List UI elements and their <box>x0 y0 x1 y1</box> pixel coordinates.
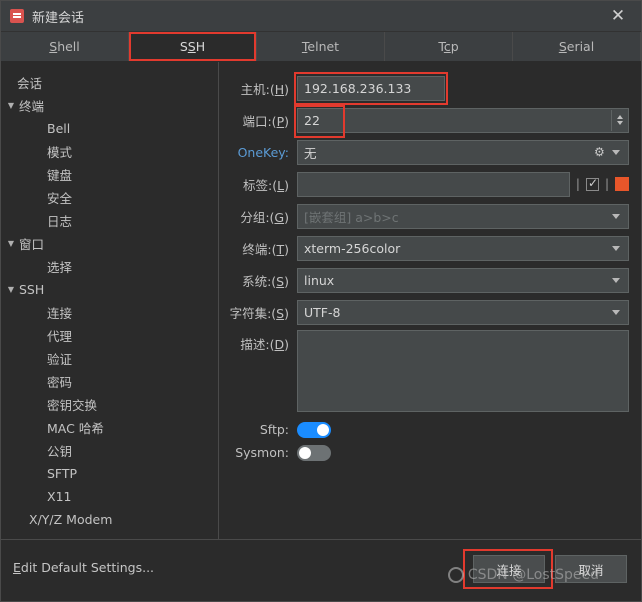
chevron-down-icon: ▼ <box>7 101 15 110</box>
chevron-down-icon: ▼ <box>7 239 15 248</box>
onekey-row: OneKey: 无 ⚙ <box>219 138 629 166</box>
port-value: 22 <box>304 112 320 128</box>
window-title: 新建会话 <box>32 10 85 26</box>
tab-tcp[interactable]: Tcp <box>385 32 513 61</box>
sysmon-toggle[interactable] <box>297 444 331 461</box>
sidebar-item-window[interactable]: ▼ 窗口 <box>1 232 218 255</box>
host-row: 主机:(H) 192.168.236.133 <box>219 71 629 105</box>
system-label: 系统:(S) <box>242 273 289 289</box>
edit-default-settings-link[interactable]: Edit Default Settings... <box>13 560 154 575</box>
sidebar-item-log[interactable]: 日志 <box>1 209 218 232</box>
sidebar-item-bell[interactable]: Bell <box>1 117 218 140</box>
port-spinner[interactable] <box>611 109 627 131</box>
system-row: 系统:(S) linux <box>219 266 629 294</box>
terminal-icon <box>9 8 25 24</box>
port-label: 端口:(P) <box>242 113 289 129</box>
new-session-dialog: 新建会话 ✕ Shell SSH Telnet Tcp Serial 会话 ▼ 终… <box>0 0 642 602</box>
sidebar-item-auth[interactable]: 验证 <box>1 347 218 370</box>
sysmon-row: Sysmon: <box>219 441 629 464</box>
sysmon-label: Sysmon: <box>235 445 289 460</box>
sidebar-item-sftp[interactable]: SFTP <box>1 462 218 485</box>
settings-tree: 会话 ▼ 终端 Bell 模式 键盘 安全 日志 ▼ 窗口 选择 ▼ SSH 连接 代… <box>1 62 219 570</box>
sidebar-item-mode[interactable]: 模式 <box>1 140 218 163</box>
close-icon[interactable]: ✕ <box>595 1 641 32</box>
sidebar-item-xyz-modem[interactable]: X/Y/Z Modem <box>1 508 218 531</box>
sidebar-item-key-exchange[interactable]: 密钥交换 <box>1 393 218 416</box>
sidebar-item-selection[interactable]: 选择 <box>1 255 218 278</box>
host-label: 主机:(H) <box>240 81 289 97</box>
system-select[interactable]: linux <box>297 267 629 293</box>
tag-color-swatch[interactable] <box>615 177 629 191</box>
sidebar-item-mac-hash[interactable]: MAC 哈希 <box>1 416 218 439</box>
tab-shell[interactable]: Shell <box>1 32 129 61</box>
dialog-body: 会话 ▼ 终端 Bell 模式 键盘 安全 日志 ▼ 窗口 选择 ▼ SSH 连接 代… <box>1 62 641 570</box>
tab-ssh[interactable]: SSH <box>129 32 257 61</box>
sftp-toggle[interactable] <box>297 421 331 438</box>
sidebar-item-x11[interactable]: X11 <box>1 485 218 508</box>
sftp-label: Sftp: <box>259 422 289 437</box>
sidebar-item-password[interactable]: 密码 <box>1 370 218 393</box>
watermark-logo-icon <box>447 567 464 583</box>
tab-serial[interactable]: Serial <box>513 32 641 61</box>
charset-row: 字符集:(S) UTF-8 <box>219 298 629 326</box>
charset-select[interactable]: UTF-8 <box>297 299 629 325</box>
host-input[interactable]: 192.168.236.133 <box>297 75 445 101</box>
tag-separator: | <box>575 177 580 191</box>
sidebar-item-ssh[interactable]: ▼ SSH <box>1 278 218 301</box>
terminal-label: 终端:(T) <box>242 241 289 257</box>
sidebar-item-public-key[interactable]: 公钥 <box>1 439 218 462</box>
tag-row: 标签:(L) | | <box>219 170 629 198</box>
onekey-label: OneKey: <box>237 144 289 160</box>
port-input[interactable]: 22 <box>294 104 629 138</box>
onekey-select[interactable]: 无 ⚙ <box>297 139 629 165</box>
sidebar-item-security[interactable]: 安全 <box>1 186 218 209</box>
tab-telnet[interactable]: Telnet <box>257 32 385 61</box>
sidebar-item-session[interactable]: 会话 <box>1 71 218 94</box>
group-row: 分组:(G) [嵌套组] a>b>c <box>219 202 629 230</box>
sidebar-item-proxy[interactable]: 代理 <box>1 324 218 347</box>
sftp-row: Sftp: <box>219 418 629 441</box>
description-row: 描述:(D) <box>219 330 629 412</box>
port-row: 端口:(P) 22 <box>219 104 629 138</box>
protocol-tabs: Shell SSH Telnet Tcp Serial <box>1 32 641 62</box>
cancel-button[interactable]: 取消 <box>555 555 627 583</box>
tag-label: 标签:(L) <box>243 177 289 193</box>
description-textarea[interactable] <box>297 330 629 412</box>
title-bar: 新建会话 ✕ <box>1 1 641 32</box>
session-form: 主机:(H) 192.168.236.133 端口:(P) 22 OneKey:… <box>219 62 641 570</box>
dialog-footer: Edit Default Settings... 连接 取消 CSDN @Los… <box>1 539 641 601</box>
tag-extras: | | <box>575 176 629 191</box>
onekey-value: 无 <box>304 145 317 161</box>
terminal-row: 终端:(T) xterm-256color <box>219 234 629 262</box>
group-select[interactable]: [嵌套组] a>b>c <box>297 203 629 229</box>
tag-checkbox[interactable] <box>585 176 599 191</box>
sidebar-item-keyboard[interactable]: 键盘 <box>1 163 218 186</box>
chevron-down-icon: ▼ <box>7 285 15 294</box>
connect-button[interactable]: 连接 <box>473 555 545 583</box>
gear-icon[interactable]: ⚙ <box>594 146 606 158</box>
description-label: 描述:(D) <box>240 337 289 352</box>
tag-input[interactable] <box>297 171 570 197</box>
terminal-select[interactable]: xterm-256color <box>297 235 629 261</box>
sidebar-item-terminal[interactable]: ▼ 终端 <box>1 94 218 117</box>
group-label: 分组:(G) <box>240 209 289 225</box>
tag-separator-2: | <box>604 177 609 191</box>
charset-label: 字符集:(S) <box>229 305 289 321</box>
sidebar-item-connection[interactable]: 连接 <box>1 301 218 324</box>
